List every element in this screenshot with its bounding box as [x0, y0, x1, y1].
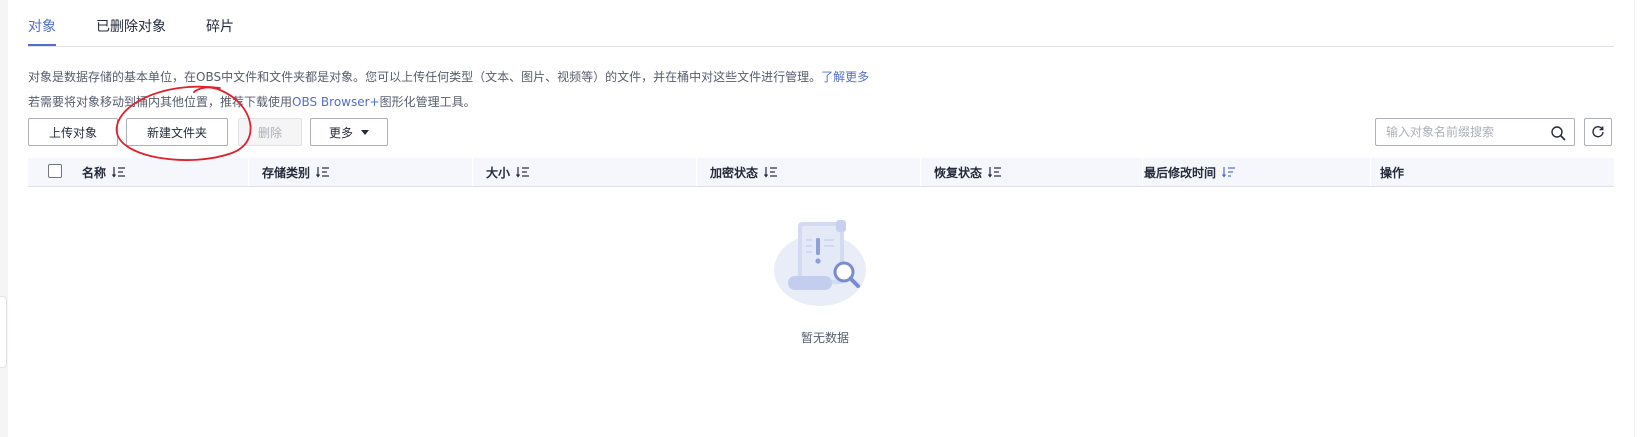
description-line-1: 对象是数据存储的基本单位，在OBS中文件和文件夹都是对象。您可以上传任何类型（文… [28, 68, 869, 85]
column-label: 名称 [82, 165, 107, 180]
column-header-encryption-status[interactable]: 加密状态 [710, 158, 778, 186]
sort-icon-active[interactable] [1222, 166, 1236, 178]
search-box [1375, 118, 1575, 146]
sort-icon[interactable] [112, 166, 126, 178]
description-suffix: 图形化管理工具。 [379, 95, 476, 109]
sort-icon[interactable] [764, 166, 778, 178]
column-header-actions: 操作 [1380, 158, 1404, 186]
upload-object-button[interactable]: 上传对象 [28, 118, 118, 146]
more-dropdown-button[interactable]: 更多 [310, 118, 388, 146]
column-label: 加密状态 [710, 165, 759, 180]
more-label: 更多 [328, 125, 353, 140]
column-label: 最后修改时间 [1144, 165, 1217, 180]
left-panel-edge [0, 0, 8, 437]
tab-bar: 对象 已删除对象 碎片 [28, 0, 1614, 47]
description-prefix: 若需要将对象移动到桶内其他位置，推荐下载使用 [28, 95, 293, 109]
column-header-storage-class[interactable]: 存储类别 [262, 158, 330, 186]
refresh-icon [1592, 126, 1604, 138]
description-line-2: 若需要将对象移动到桶内其他位置，推荐下载使用OBS Browser+图形化管理工… [28, 93, 476, 110]
caret-down-icon [361, 129, 369, 135]
column-header-last-modified[interactable]: 最后修改时间 [1144, 158, 1236, 186]
sort-icon[interactable] [316, 166, 330, 178]
tab-objects[interactable]: 对象 [28, 16, 56, 46]
tab-deleted-objects[interactable]: 已删除对象 [96, 16, 166, 36]
column-label: 恢复状态 [934, 165, 983, 180]
column-header-restore-status[interactable]: 恢复状态 [934, 158, 1002, 186]
search-input[interactable] [1386, 123, 1536, 141]
tab-fragments[interactable]: 碎片 [206, 16, 234, 36]
column-label: 大小 [486, 165, 511, 180]
select-all-checkbox[interactable] [48, 164, 62, 178]
column-label: 操作 [1380, 165, 1405, 180]
annotation-circle [115, 85, 252, 161]
column-label: 存储类别 [262, 165, 311, 180]
column-header-name[interactable]: 名称 [82, 158, 126, 186]
obs-browser-link[interactable]: OBS Browser+ [292, 95, 380, 109]
sort-icon[interactable] [516, 166, 530, 178]
search-icon[interactable] [1550, 125, 1566, 141]
right-panel-edge [1634, 0, 1650, 437]
delete-button[interactable]: 删除 [238, 118, 302, 146]
learn-more-link[interactable]: 了解更多 [821, 70, 869, 84]
column-header-size[interactable]: 大小 [486, 158, 530, 186]
sort-icon[interactable] [988, 166, 1002, 178]
table-header: 名称 存储类别 大小 加密状态 恢复状态 最后修改时间 操作 [28, 158, 1614, 187]
refresh-button[interactable] [1584, 118, 1612, 146]
empty-state-text: 暂无数据 [800, 331, 849, 345]
description-text: 对象是数据存储的基本单位，在OBS中文件和文件夹都是对象。您可以上传任何类型（文… [28, 70, 822, 84]
empty-document-icon [774, 220, 866, 306]
new-folder-button[interactable]: 新建文件夹 [126, 118, 228, 146]
